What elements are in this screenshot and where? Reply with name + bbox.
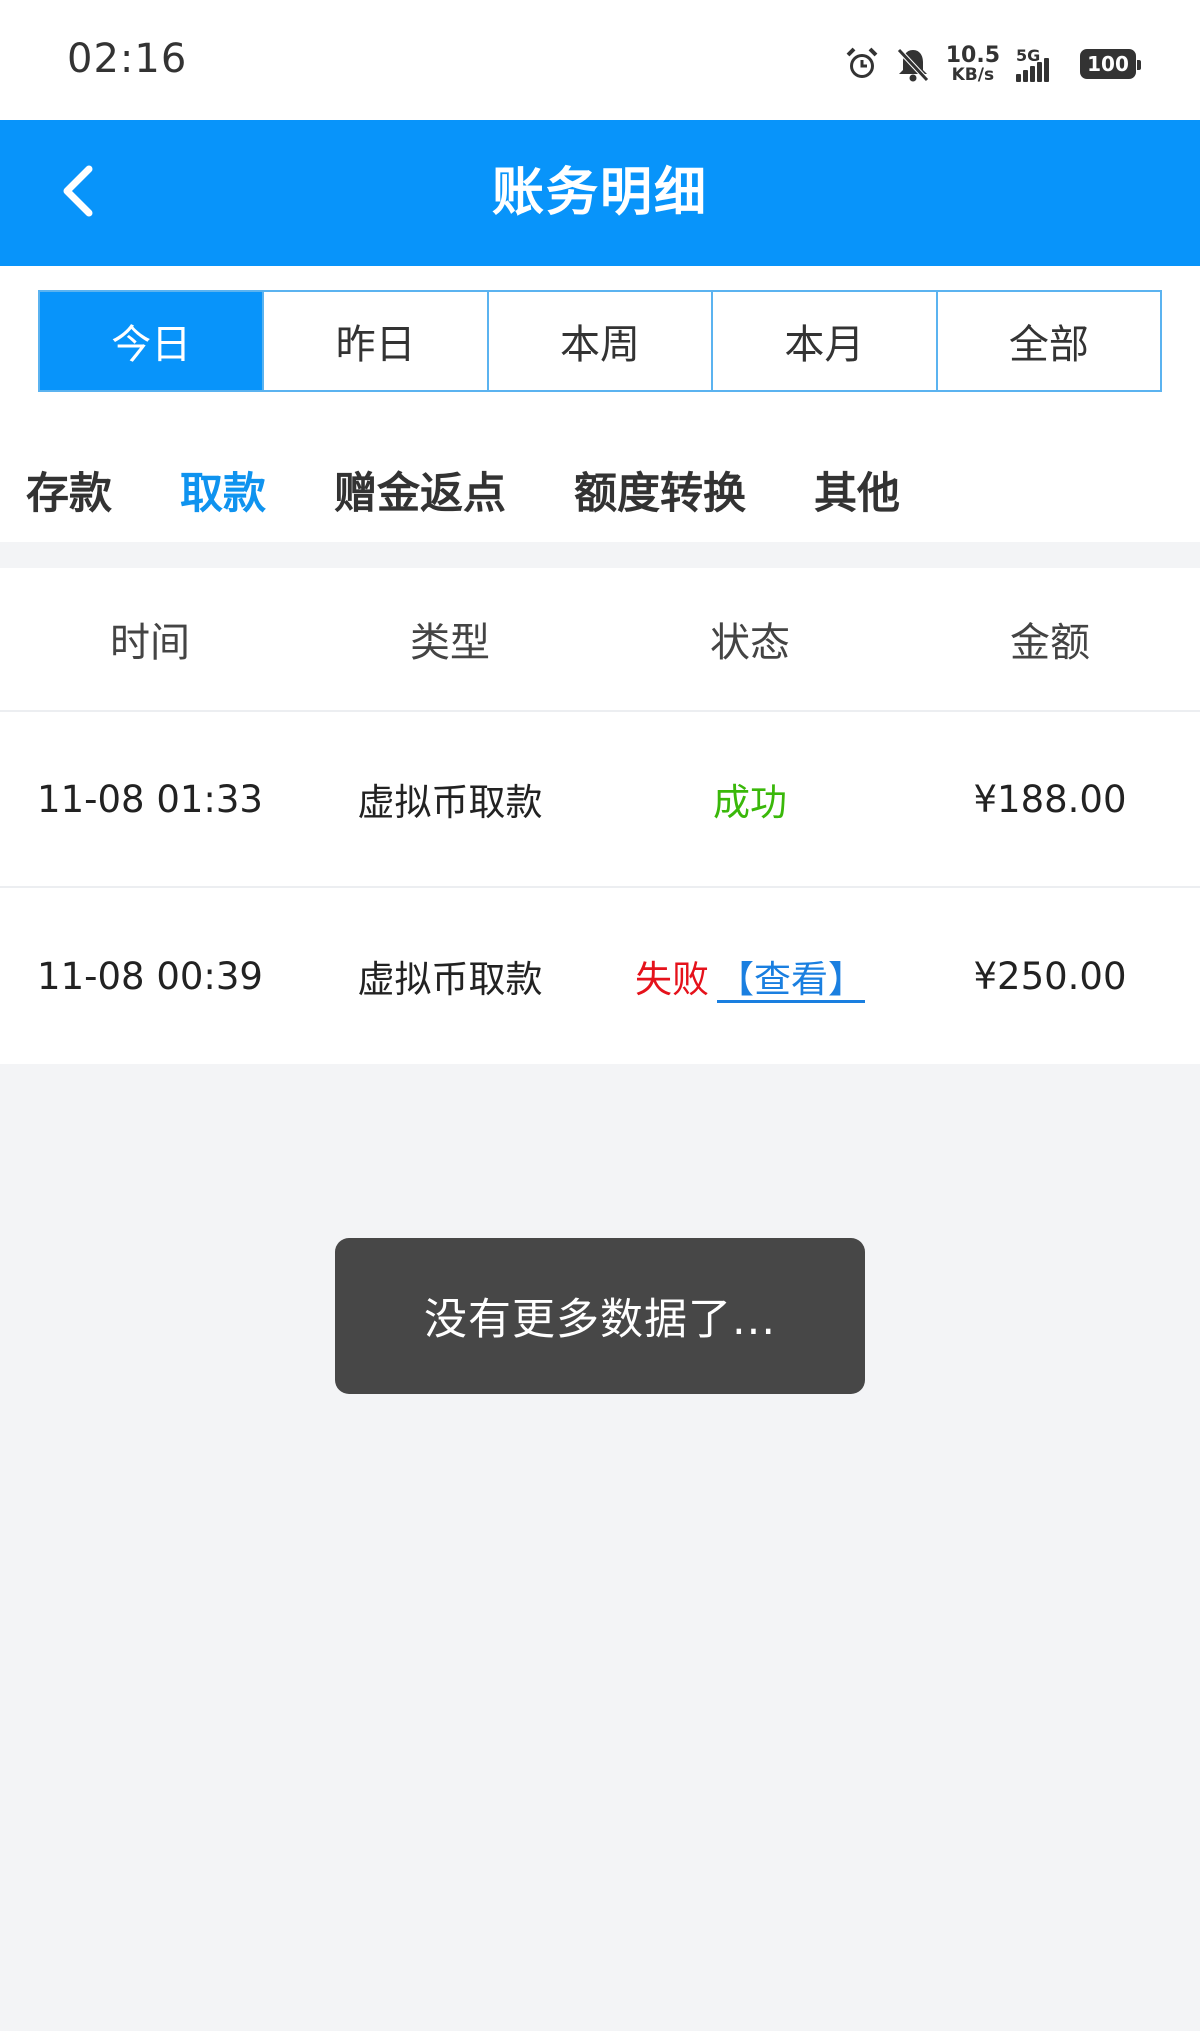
battery-level: 100 bbox=[1087, 52, 1129, 76]
row-time: 11-08 00:39 bbox=[37, 954, 263, 998]
page-title: 账务明细 bbox=[491, 163, 708, 223]
row-time: 11-08 01:33 bbox=[37, 777, 263, 821]
row-amount: ¥250.00 bbox=[973, 954, 1127, 998]
header-time: 时间 bbox=[110, 620, 190, 666]
header-amount: 金额 bbox=[1010, 620, 1090, 666]
row-status: 失败 【查看】 bbox=[600, 949, 900, 1003]
alarm-icon bbox=[844, 46, 880, 82]
category-tab-deposit[interactable]: 存款 bbox=[26, 459, 112, 521]
row-amount: ¥188.00 bbox=[973, 777, 1127, 821]
back-arrow-icon bbox=[57, 163, 97, 223]
row-type: 虚拟币取款 bbox=[357, 958, 543, 1001]
status-success-text: 成功 bbox=[713, 781, 787, 824]
table-header: 时间 类型 状态 金额 bbox=[0, 568, 1200, 712]
date-tab-today[interactable]: 今日 bbox=[40, 292, 265, 390]
status-fail-text: 失败 bbox=[635, 958, 709, 1001]
category-tab-transfer[interactable]: 额度转换 bbox=[574, 459, 746, 521]
date-tab-this-month[interactable]: 本月 bbox=[713, 292, 938, 390]
category-tab-withdraw[interactable]: 取款 bbox=[180, 459, 266, 521]
page: 02:16 10.5 KB/s 5G 100 账务明细 今日 昨日 本周 本月 … bbox=[0, 0, 1200, 2031]
status-bar: 02:16 10.5 KB/s 5G 100 bbox=[0, 0, 1200, 120]
back-button[interactable] bbox=[44, 160, 110, 226]
status-icons: 10.5 KB/s 5G 100 bbox=[844, 40, 1141, 88]
bell-muted-icon bbox=[896, 46, 930, 82]
date-tab-yesterday[interactable]: 昨日 bbox=[264, 292, 489, 390]
transaction-table: 时间 类型 状态 金额 11-08 01:33 虚拟币取款 成功 ¥188.00… bbox=[0, 568, 1200, 1064]
no-more-data-toast: 没有更多数据了... bbox=[335, 1238, 865, 1394]
row-status: 成功 bbox=[600, 772, 900, 826]
signal-icon: 5G bbox=[1016, 46, 1064, 82]
header-type: 类型 bbox=[410, 620, 490, 666]
category-tab-other[interactable]: 其他 bbox=[814, 459, 900, 521]
status-time: 02:16 bbox=[67, 36, 188, 82]
net-speed-unit: KB/s bbox=[951, 64, 995, 85]
battery-icon: 100 bbox=[1080, 49, 1141, 79]
app-header: 账务明细 bbox=[0, 120, 1200, 266]
category-tab-bonus-rebate[interactable]: 赠金返点 bbox=[334, 459, 506, 521]
date-tab-all[interactable]: 全部 bbox=[938, 292, 1160, 390]
network-type: 5G bbox=[1016, 46, 1041, 65]
net-speed: 10.5 KB/s bbox=[945, 42, 1000, 85]
net-speed-value: 10.5 bbox=[945, 42, 1000, 68]
header-status: 状态 bbox=[710, 620, 790, 666]
date-filter-tabs: 今日 昨日 本周 本月 全部 bbox=[38, 290, 1162, 392]
row-type: 虚拟币取款 bbox=[357, 781, 543, 824]
table-row: 11-08 00:39 虚拟币取款 失败 【查看】 ¥250.00 bbox=[0, 888, 1200, 1064]
date-tab-this-week[interactable]: 本周 bbox=[489, 292, 714, 390]
category-tabs: 存款 取款 赠金返点 额度转换 其他 bbox=[0, 450, 900, 530]
view-details-link[interactable]: 【查看】 bbox=[717, 958, 865, 1001]
table-row: 11-08 01:33 虚拟币取款 成功 ¥188.00 bbox=[0, 712, 1200, 888]
